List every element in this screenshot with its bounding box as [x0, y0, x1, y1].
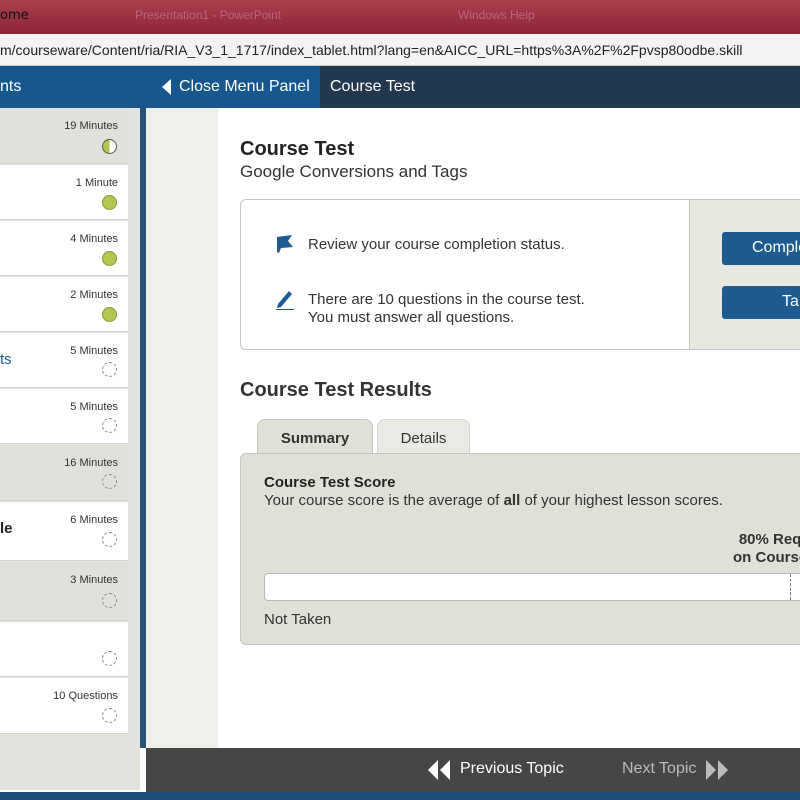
- background-window-title: Presentation1 - PowerPoint: [135, 8, 282, 22]
- score-status: Not Taken: [264, 611, 332, 628]
- double-chevron-right-icon: [706, 760, 728, 780]
- sidebar-item[interactable]: 4 Minutes: [0, 221, 128, 276]
- menu-panel-list: 19 Minutes 1 Minute 4 Minutes 2 Minutes …: [0, 108, 140, 790]
- tab-details[interactable]: Details: [377, 419, 470, 454]
- not-started-icon: [102, 418, 117, 433]
- course-test-info-box: Review your course completion status. Th…: [240, 199, 800, 350]
- item-duration: 5 Minutes: [70, 401, 118, 413]
- contents-tab-label: nts: [0, 78, 22, 95]
- sidebar-item[interactable]: le 6 Minutes: [0, 502, 128, 561]
- not-started-icon: [102, 474, 117, 489]
- item-duration: 3 Minutes: [70, 574, 118, 586]
- completion-status-button[interactable]: Comple: [722, 232, 800, 265]
- sidebar-item[interactable]: 19 Minutes: [0, 108, 128, 164]
- not-started-icon: [102, 708, 117, 723]
- window-bottom-border: [0, 792, 800, 800]
- half-complete-icon: [102, 139, 117, 154]
- breadcrumb: Course Test: [330, 78, 416, 95]
- topic-navigation-bar: Previous Topic Next Topic: [146, 748, 800, 792]
- sidebar-item-course-test[interactable]: 10 Questions: [0, 678, 128, 734]
- item-duration: 2 Minutes: [70, 289, 118, 301]
- tab-summary[interactable]: Summary: [257, 419, 373, 454]
- window-title-bar: ome Presentation1 - PowerPoint Windows H…: [0, 0, 800, 34]
- required-score-line: 80% Req: [738, 531, 800, 548]
- sidebar-item[interactable]: ts 5 Minutes: [0, 333, 128, 388]
- sidebar-item[interactable]: 5 Minutes: [0, 389, 128, 444]
- required-score-line: on Course: [733, 549, 800, 566]
- complete-icon: [102, 251, 117, 266]
- background-window-title: Windows Help: [458, 8, 535, 22]
- item-duration: 4 Minutes: [70, 233, 118, 245]
- url-text[interactable]: m/courseware/Content/ria/RIA_V3_1_1717/i…: [0, 42, 742, 58]
- contents-tab[interactable]: nts: [0, 66, 150, 108]
- sidebar-item[interactable]: 1 Minute: [0, 165, 128, 220]
- not-started-icon: [102, 532, 117, 547]
- flag-icon: [277, 235, 293, 253]
- score-panel: Course Test Score Your course score is t…: [240, 453, 800, 645]
- not-started-icon: [102, 651, 117, 666]
- page-title: Course Test: [240, 138, 355, 160]
- score-progress-bar: [264, 573, 800, 601]
- close-menu-panel-button[interactable]: Close Menu Panel: [150, 66, 320, 108]
- review-status-text: Review your course completion status.: [308, 236, 565, 253]
- not-started-icon: [102, 593, 117, 608]
- address-bar[interactable]: m/courseware/Content/ria/RIA_V3_1_1717/i…: [0, 34, 800, 66]
- double-chevron-left-icon: [428, 760, 450, 780]
- sidebar-item[interactable]: 2 Minutes: [0, 277, 128, 332]
- required-score-label: 80% Req on Course: [733, 531, 800, 567]
- score-title: Course Test Score: [264, 474, 396, 491]
- sidebar-item[interactable]: [0, 622, 128, 677]
- sidebar-item-label: ts: [0, 351, 12, 368]
- score-description-part: Your course score is the average of: [264, 492, 504, 509]
- window-title: ome: [0, 8, 29, 23]
- next-topic-label: Next Topic: [622, 760, 697, 777]
- pencil-icon: [276, 291, 294, 310]
- content-gutter: [146, 108, 218, 748]
- caret-left-icon: [162, 79, 171, 95]
- not-started-icon: [102, 362, 117, 377]
- score-description-part: of your highest lesson scores.: [520, 492, 723, 509]
- item-duration: 10 Questions: [53, 690, 118, 702]
- sidebar-item-label: le: [0, 520, 13, 537]
- take-test-button[interactable]: Ta: [722, 286, 800, 319]
- item-duration: 16 Minutes: [64, 457, 118, 469]
- main-area: Course Test Google Conversions and Tags …: [146, 108, 800, 748]
- sidebar-item[interactable]: 3 Minutes: [0, 562, 128, 621]
- score-description-emphasis: all: [503, 492, 521, 509]
- complete-icon: [102, 195, 117, 210]
- questions-count-text: There are 10 questions in the course tes…: [308, 291, 585, 308]
- results-title: Course Test Results: [240, 379, 432, 401]
- close-menu-panel-label: Close Menu Panel: [179, 78, 310, 95]
- complete-icon: [102, 307, 117, 322]
- score-description: Your course score is the average of all …: [264, 492, 723, 509]
- questions-requirement-text: You must answer all questions.: [308, 309, 515, 326]
- course-header: nts Close Menu Panel Course Test: [0, 66, 800, 108]
- sidebar-item[interactable]: 16 Minutes: [0, 445, 128, 501]
- page-subtitle: Google Conversions and Tags: [240, 162, 468, 181]
- required-score-marker: [790, 574, 791, 600]
- item-duration: 19 Minutes: [64, 120, 118, 132]
- item-duration: 6 Minutes: [70, 514, 118, 526]
- previous-topic-label: Previous Topic: [460, 760, 564, 777]
- menu-panel: 19 Minutes 1 Minute 4 Minutes 2 Minutes …: [0, 108, 146, 790]
- item-duration: 5 Minutes: [70, 345, 118, 357]
- item-duration: 1 Minute: [75, 177, 118, 189]
- actions-pane: Comple Ta: [689, 200, 800, 349]
